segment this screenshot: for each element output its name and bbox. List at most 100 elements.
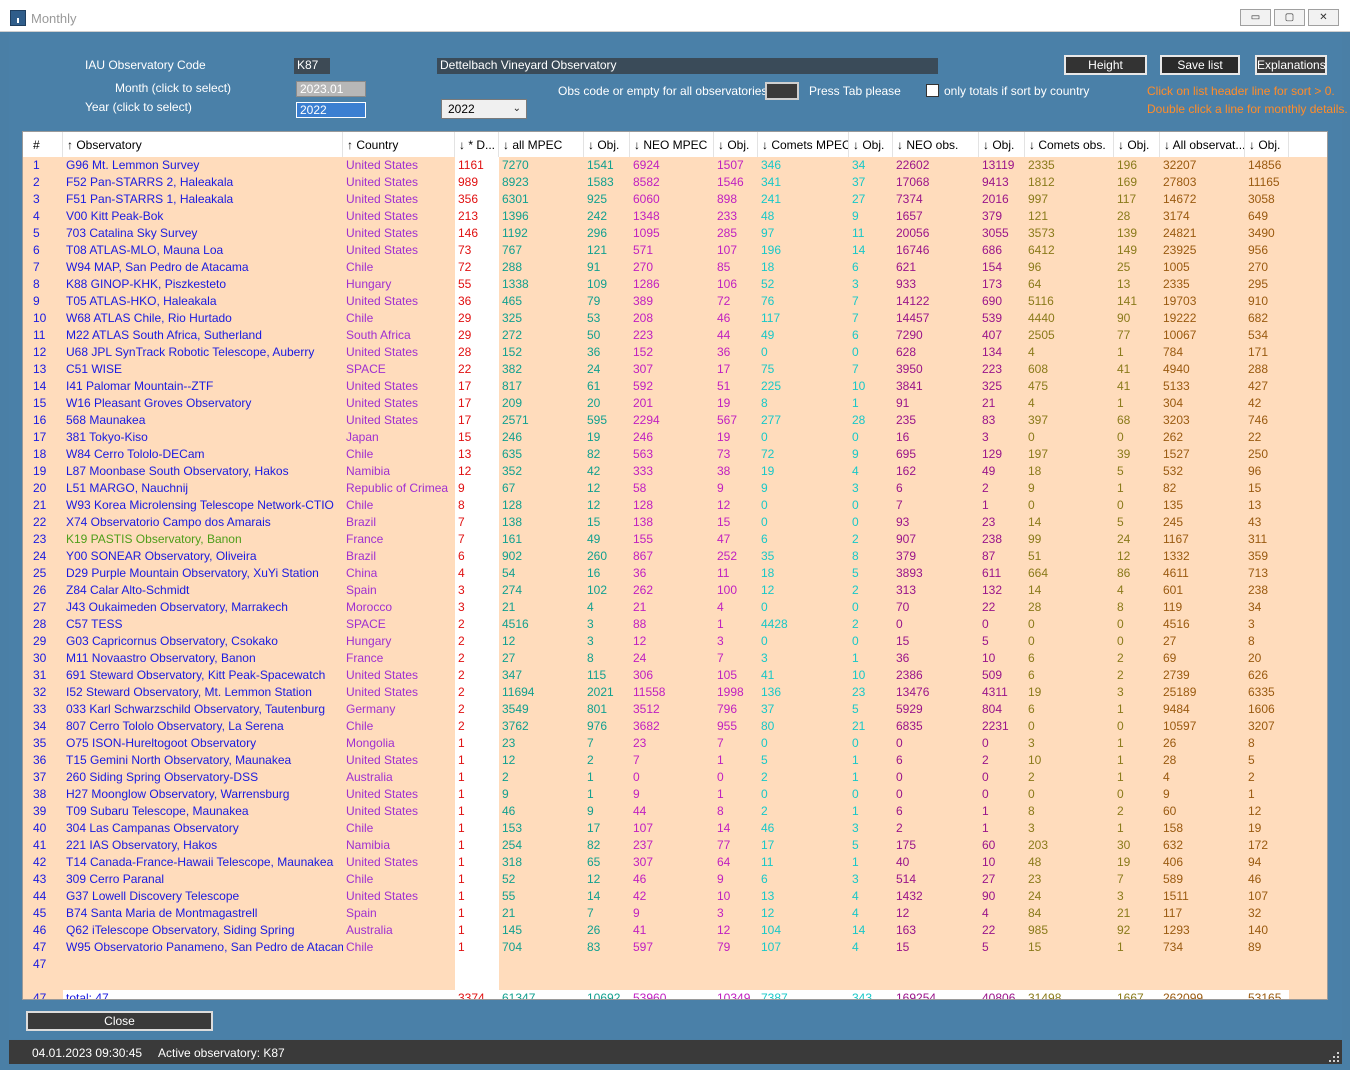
table-row[interactable]: 13 C51 WISE SPACE 22 382 24 307 17 75 7 3950 223 608…: [23, 361, 1327, 378]
table-row[interactable]: 1 G96 Mt. Lemmon Survey United States 1161 7…: [23, 157, 1327, 174]
table-row[interactable]: 45 B74 Santa Maria de Montmagastrell Spain…: [23, 905, 1327, 922]
table-row[interactable]: 12 U68 JPL SynTrack Robotic Telescope, Au…: [23, 344, 1327, 361]
cell-country: SPACE: [346, 617, 386, 631]
column-header-neo-obs-obj[interactable]: ↓ Obj.: [979, 132, 1025, 157]
table-row[interactable]: 38 H27 Moonglow Observatory, Warrensburg U…: [23, 786, 1327, 803]
maximize-button[interactable]: ▢: [1274, 9, 1305, 26]
year-dropdown[interactable]: 2022 ⌄: [441, 99, 527, 119]
cell-comets-mpec: 80: [761, 719, 775, 733]
table-row[interactable]: 20 L51 MARGO, Nauchnij Republic of Crimea 9…: [23, 480, 1327, 497]
table-row[interactable]: 34 807 Cerro Tololo Observatory, La Seren…: [23, 718, 1327, 735]
cell-neo-obs-obj: 509: [982, 668, 1003, 682]
column-header-neo-mpec-obj[interactable]: ↓ Obj.: [714, 132, 758, 157]
table-row[interactable]: 7 W94 MAP, San Pedro de Atacama Chile 72 288…: [23, 259, 1327, 276]
table-row-blank[interactable]: 47: [23, 956, 1327, 973]
table-row[interactable]: 31 691 Steward Observatory, Kitt Peak-Spa…: [23, 667, 1327, 684]
cell-discoveries: 29: [458, 328, 472, 342]
obs-code-input[interactable]: [765, 82, 799, 100]
height-button[interactable]: Height: [1064, 55, 1147, 75]
table-row[interactable]: 41 221 IAS Observatory, Hakos Namibia 1 254 8…: [23, 837, 1327, 854]
column-header-all-mpec[interactable]: ↓ all MPEC: [499, 132, 584, 157]
cell-neo-obs: 13476: [896, 685, 930, 699]
cell-country: Japan: [346, 430, 379, 444]
observatory-code-field[interactable]: K87: [294, 58, 330, 74]
table-row[interactable]: 46 Q62 iTelescope Observatory, Siding Spr…: [23, 922, 1327, 939]
column-header-country[interactable]: ↑ Country: [343, 132, 455, 157]
column-header-observatory[interactable]: ↑ Observatory: [63, 132, 343, 157]
column-header-comets-mpec-obj[interactable]: ↓ Obj.: [849, 132, 893, 157]
cell-all-obs-obj: 713: [1248, 566, 1269, 580]
cell-all-obs: 304: [1163, 396, 1184, 410]
table-row[interactable]: 47 W95 Observatorio Panameno, San Pedro d…: [23, 939, 1327, 956]
month-field[interactable]: 2023.01: [296, 81, 366, 97]
year-field[interactable]: 2022: [296, 102, 366, 118]
cell-neo-obs-obj: 0: [982, 787, 989, 801]
cell-all-mpec: 347: [502, 668, 523, 682]
cell-all-obs-obj: 682: [1248, 311, 1269, 325]
column-header-all-obs-obj[interactable]: ↓ Obj.: [1245, 132, 1289, 157]
table-row[interactable]: 5 703 Catalina Sky Survey United States 146…: [23, 225, 1327, 242]
column-header-discoveries[interactable]: ↓ * D...: [455, 132, 499, 157]
explanations-button[interactable]: Explanations: [1255, 55, 1327, 75]
close-button[interactable]: Close: [26, 1011, 213, 1031]
table-row[interactable]: 27 J43 Oukaimeden Observatory, Marrakech M…: [23, 599, 1327, 616]
cell-all-mpec: 274: [502, 583, 523, 597]
total-row[interactable]: 47 total: 47 3374 61347 10692 53960 10349 7387 3…: [23, 990, 1327, 999]
table-row[interactable]: 19 L87 Moonbase South Observatory, Hakos N…: [23, 463, 1327, 480]
cell-observatory: Z84 Calar Alto-Schmidt: [66, 583, 190, 597]
cell-num: 35: [33, 736, 47, 750]
table-row[interactable]: 40 304 Las Campanas Observatory Chile 1 153 1…: [23, 820, 1327, 837]
table-row[interactable]: 28 C57 TESS SPACE 2 4516 3 88 1 4428 2 0 0 0 0 4516 3: [23, 616, 1327, 633]
table-row[interactable]: 44 G37 Lowell Discovery Telescope United S…: [23, 888, 1327, 905]
table-row[interactable]: 11 M22 ATLAS South Africa, Sutherland Sout…: [23, 327, 1327, 344]
table-row[interactable]: 16 568 Maunakea United States 17 2571 595 2294…: [23, 412, 1327, 429]
table-row[interactable]: 22 X74 Observatorio Campo dos Amarais Braz…: [23, 514, 1327, 531]
table-row[interactable]: 8 K88 GINOP-KHK, Piszkesteto Hungary 55 1338…: [23, 276, 1327, 293]
table-row[interactable]: 26 Z84 Calar Alto-Schmidt Spain 3 274 102 262 1…: [23, 582, 1327, 599]
save-list-button[interactable]: Save list: [1160, 55, 1240, 75]
cell-neo-mpec: 7: [633, 753, 640, 767]
table-row[interactable]: 21 W93 Korea Microlensing Telescope Netwo…: [23, 497, 1327, 514]
table-row[interactable]: 33 033 Karl Schwarzschild Observatory, Ta…: [23, 701, 1327, 718]
cell-comets-obs-obj: 90: [1117, 311, 1131, 325]
table-row[interactable]: 35 O75 ISON-Hureltogoot Observatory Mongol…: [23, 735, 1327, 752]
column-header-num[interactable]: #: [23, 132, 63, 157]
table-row[interactable]: 15 W16 Pleasant Groves Observatory United …: [23, 395, 1327, 412]
column-header-neo-mpec[interactable]: ↓ NEO MPEC: [630, 132, 714, 157]
table-row[interactable]: 30 M11 Novaastro Observatory, Banon France…: [23, 650, 1327, 667]
cell-comets-mpec-obj: 21: [852, 719, 866, 733]
table-row[interactable]: 23 K19 PASTIS Observatory, Banon France 7 16…: [23, 531, 1327, 548]
table-row[interactable]: 14 I41 Palomar Mountain--ZTF United States…: [23, 378, 1327, 395]
table-row[interactable]: 6 T08 ATLAS-MLO, Mauna Loa United States 73…: [23, 242, 1327, 259]
table-row[interactable]: 3 F51 Pan-STARRS 1, Haleakala United State…: [23, 191, 1327, 208]
table-row[interactable]: 2 F52 Pan-STARRS 2, Haleakala United State…: [23, 174, 1327, 191]
table-row[interactable]: 39 T09 Subaru Telescope, Maunakea United S…: [23, 803, 1327, 820]
column-header-comets-mpec[interactable]: ↓ Comets MPEC: [758, 132, 849, 157]
minimize-button[interactable]: ▭: [1240, 9, 1271, 26]
table-row[interactable]: 25 D29 Purple Mountain Observatory, XuYi …: [23, 565, 1327, 582]
column-header-comets-obs-obj[interactable]: ↓ Obj.: [1114, 132, 1160, 157]
cell-all-mpec-obj: 36: [587, 345, 601, 359]
close-window-button[interactable]: ✕: [1308, 9, 1339, 26]
table-row[interactable]: 9 T05 ATLAS-HKO, Haleakala United States 36…: [23, 293, 1327, 310]
table-row[interactable]: 17 381 Tokyo-Kiso Japan 15 246 19 246 19 0 0 16 3 0 0…: [23, 429, 1327, 446]
table-row[interactable]: 42 T14 Canada-France-Hawaii Telescope, Ma…: [23, 854, 1327, 871]
table-row[interactable]: 29 G03 Capricornus Observatory, Csokako Hu…: [23, 633, 1327, 650]
table-row[interactable]: 36 T15 Gemini North Observatory, Maunakea…: [23, 752, 1327, 769]
column-header-comets-obs[interactable]: ↓ Comets obs.: [1025, 132, 1114, 157]
cell-neo-obs-obj: 10: [982, 651, 996, 665]
table-row[interactable]: 10 W68 ATLAS Chile, Rio Hurtado Chile 29 325…: [23, 310, 1327, 327]
table-row[interactable]: 18 W84 Cerro Tololo-DECam Chile 13 635 82 563 7…: [23, 446, 1327, 463]
table-row[interactable]: 4 V00 Kitt Peak-Bok United States 213 1396 24…: [23, 208, 1327, 225]
table-row[interactable]: 43 309 Cerro Paranal Chile 1 52 12 46 9 6 3 514 27 2…: [23, 871, 1327, 888]
cell-neo-mpec-obj: 105: [717, 668, 738, 682]
cell-neo-obs-obj: 2016: [982, 192, 1009, 206]
column-header-all-obs[interactable]: ↓ All observat...: [1160, 132, 1245, 157]
table-row[interactable]: 24 Y00 SONEAR Observatory, Oliveira Brazil…: [23, 548, 1327, 565]
table-row[interactable]: 32 I52 Steward Observatory, Mt. Lemmon St…: [23, 684, 1327, 701]
table-row[interactable]: 37 260 Siding Spring Observatory-DSS Austr…: [23, 769, 1327, 786]
column-header-all-mpec-obj[interactable]: ↓ Obj.: [584, 132, 630, 157]
resize-grip-icon[interactable]: [1329, 1052, 1339, 1062]
column-header-neo-obs[interactable]: ↓ NEO obs.: [893, 132, 979, 157]
totals-checkbox[interactable]: [926, 84, 939, 97]
